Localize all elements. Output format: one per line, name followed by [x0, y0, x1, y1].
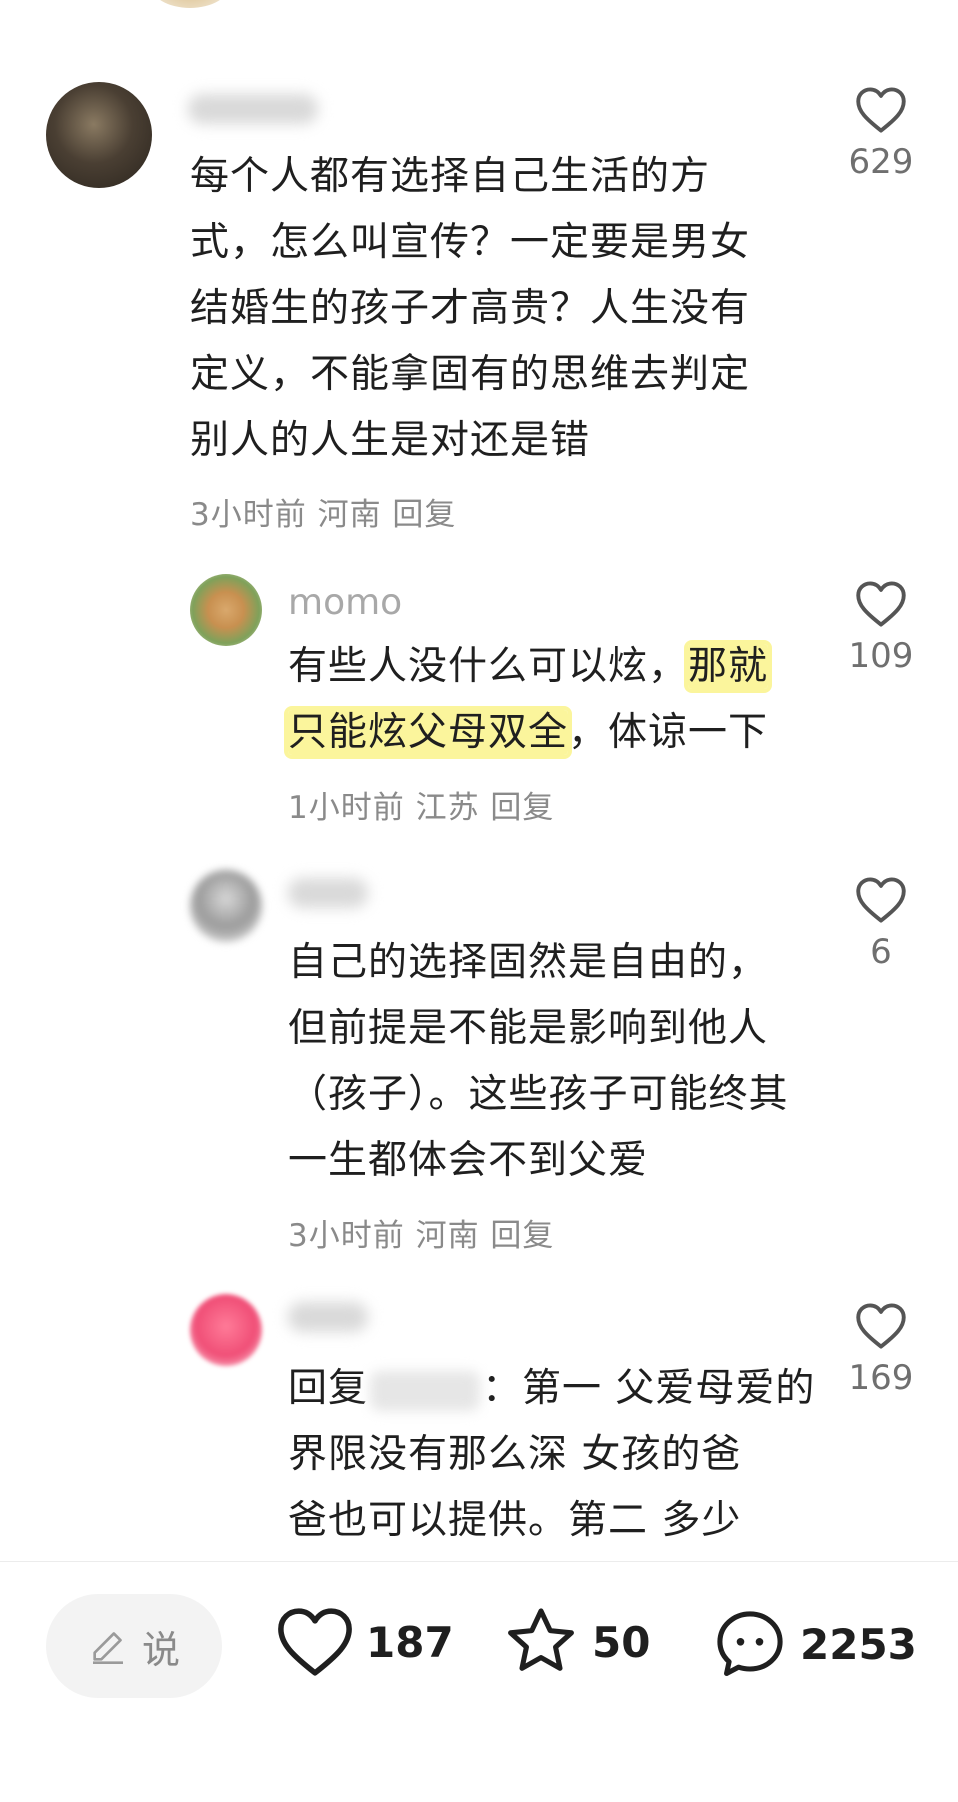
avatar[interactable]	[190, 870, 262, 942]
comment-input-button[interactable]: 说	[46, 1594, 222, 1698]
favorite-count: 50	[592, 1617, 651, 1667]
heart-icon	[278, 1608, 352, 1676]
star-icon	[508, 1608, 574, 1671]
comment-input-label: 说	[141, 1627, 180, 1672]
comment-meta[interactable]: 3小时前 河南 回复	[288, 1210, 554, 1255]
avatar[interactable]	[46, 82, 152, 188]
comment-meta[interactable]: 1小时前 江苏 回复	[288, 782, 554, 827]
avatar[interactable]	[190, 574, 262, 646]
like-post-button[interactable]: 187	[276, 1606, 454, 1678]
like-count: 109	[848, 636, 914, 676]
comment-text[interactable]: 回复 ：第一 父爱母爱的 界限没有那么深 女孩的爸 爸也可以提供。第二 多少	[288, 1356, 848, 1554]
like-count: 6	[870, 932, 892, 972]
comment-count: 2253	[800, 1619, 917, 1669]
avatar[interactable]	[150, 0, 230, 8]
comment-text[interactable]: 有些人没什么可以炫，那就 只能炫父母双全，体谅一下	[288, 634, 848, 766]
like-button[interactable]: 629	[846, 86, 916, 182]
like-button[interactable]: 6	[846, 876, 916, 972]
like-button[interactable]: 169	[846, 1302, 916, 1398]
avatar[interactable]	[190, 1294, 262, 1366]
blurred-username[interactable]	[288, 878, 368, 908]
comments-button[interactable]: 2253	[712, 1606, 917, 1682]
pencil-icon	[92, 1632, 123, 1664]
chat-bubble-icon	[717, 1611, 783, 1676]
comment-meta[interactable]: 3小时前 河南 回复	[190, 489, 456, 534]
heart-icon	[856, 87, 906, 133]
blurred-username[interactable]	[288, 1302, 368, 1332]
like-count: 187	[366, 1617, 454, 1667]
like-count: 629	[848, 142, 914, 182]
like-button[interactable]: 109	[846, 580, 916, 676]
heart-icon	[856, 1303, 906, 1349]
heart-icon	[856, 581, 906, 627]
username[interactable]: momo	[288, 582, 402, 623]
comment-text[interactable]: 自己的选择固然是自由的， 但前提是不能是影响到他人 （孩子）。这些孩子可能终其 …	[288, 930, 848, 1194]
comment-text[interactable]: 每个人都有选择自己生活的方 式，怎么叫宣传？一定要是男女 结婚生的孩子才高贵？人…	[190, 144, 810, 474]
highlight: 那就	[688, 644, 769, 689]
blurred-mention	[370, 1370, 481, 1411]
favorite-button[interactable]: 50	[502, 1604, 650, 1680]
like-count: 169	[848, 1358, 914, 1398]
blurred-username[interactable]	[188, 94, 318, 124]
heart-icon	[856, 877, 906, 923]
highlight: 只能炫父母双全	[288, 710, 569, 755]
